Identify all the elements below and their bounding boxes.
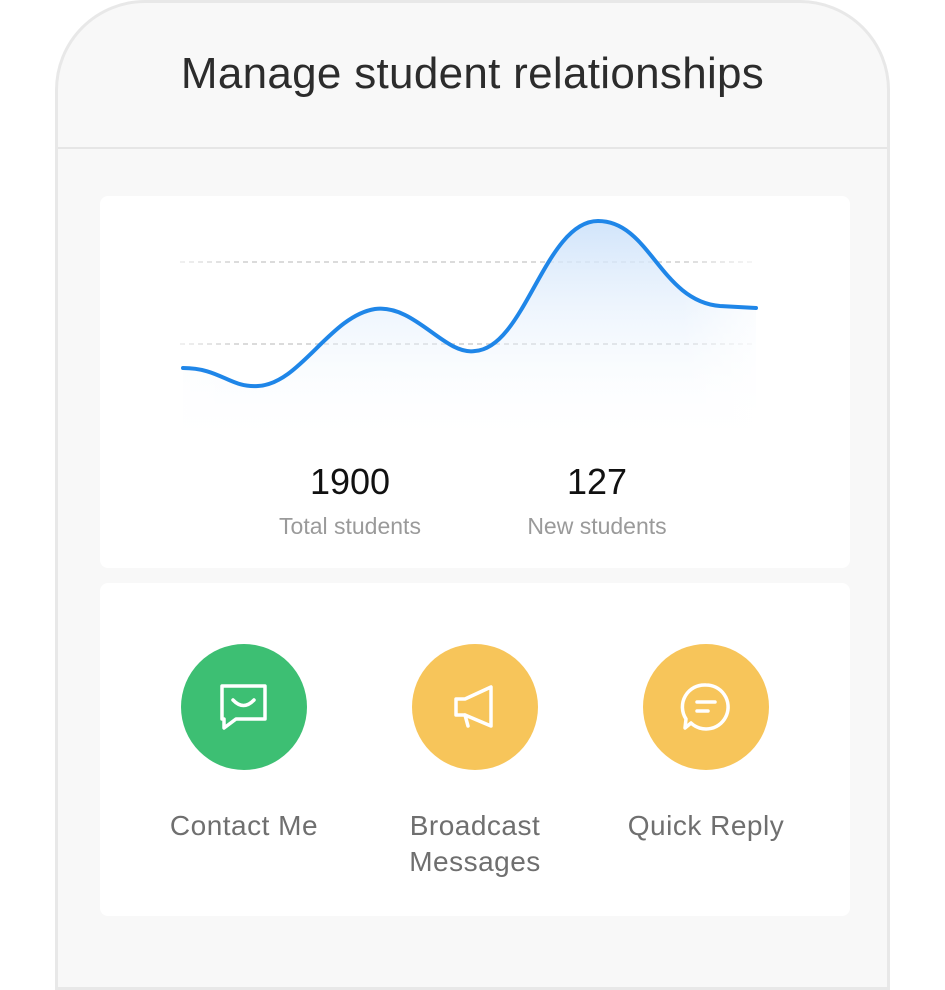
chart-fade — [180, 206, 770, 446]
action-label: Contact Me — [169, 810, 319, 841]
stat-total-students: 1900 Total students — [240, 460, 460, 540]
quick-reply-button[interactable]: Quick Reply — [606, 644, 806, 844]
icon-circle — [412, 644, 538, 770]
trend-chart — [180, 206, 770, 446]
icon-circle — [181, 644, 307, 770]
stat-label: New students — [527, 513, 667, 539]
page-title: Manage student relationships — [180, 49, 765, 98]
stat-new-students: 127 New students — [487, 460, 707, 540]
contact-me-button[interactable]: Contact Me — [144, 644, 344, 844]
stats-card: 1900 Total students 127 New students — [100, 196, 850, 568]
actions-card: Contact Me Broadcast Messages Quick Repl… — [100, 583, 850, 916]
stat-value: 1900 — [309, 461, 391, 502]
chat-smile-icon — [220, 684, 267, 730]
header: Manage student relationships — [58, 3, 887, 149]
phone-frame: Manage student relationships 1900 Total … — [55, 0, 890, 990]
action-label: Quick Reply — [627, 810, 785, 841]
action-label: Broadcast Messages — [409, 810, 541, 877]
icon-circle — [643, 644, 769, 770]
stat-value: 127 — [566, 461, 628, 502]
speech-bubble-icon — [680, 683, 730, 731]
broadcast-messages-button[interactable]: Broadcast Messages — [375, 644, 575, 880]
stat-label: Total students — [279, 513, 421, 539]
megaphone-icon — [454, 685, 493, 728]
